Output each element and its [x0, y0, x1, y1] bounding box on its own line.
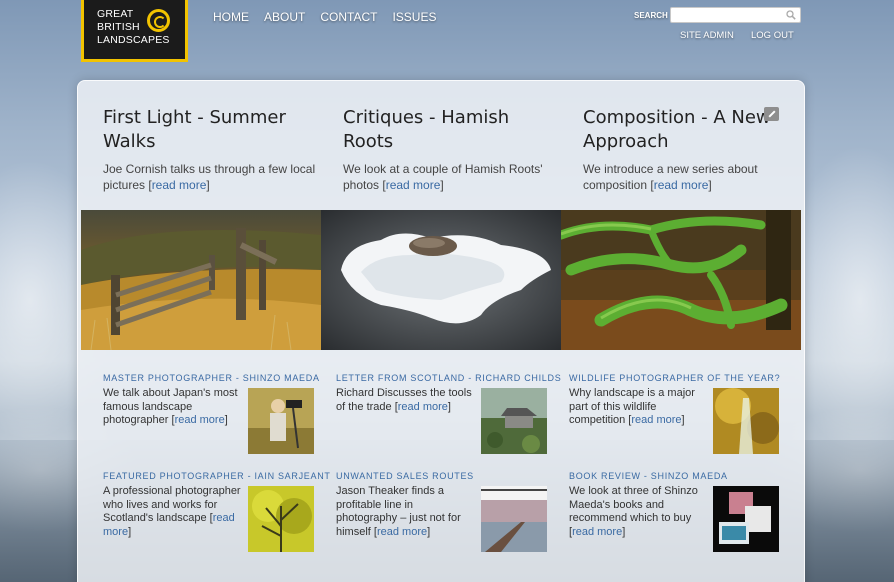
nav-about[interactable]: ABOUT — [264, 10, 305, 24]
read-more-link[interactable]: read more — [386, 178, 441, 192]
read-more-link[interactable]: read more — [631, 414, 681, 426]
hero-image-moss[interactable] — [561, 210, 801, 350]
ice-rock-image — [321, 210, 561, 350]
thumb-pier[interactable] — [481, 486, 547, 552]
main-nav: HOME ABOUT CONTACT ISSUES — [213, 10, 436, 24]
books-thumbnail — [713, 486, 779, 552]
read-more-link[interactable]: read more — [377, 526, 427, 538]
thumb-waterfall[interactable] — [713, 388, 779, 454]
read-more-link[interactable]: read more — [572, 526, 622, 538]
logo-line-2: BRITISH — [97, 21, 140, 33]
thumb-cottage[interactable] — [481, 388, 547, 454]
site-logo[interactable]: GREAT BRITISH LANDSCAPES — [81, 0, 188, 62]
mossy-branches-image — [561, 210, 801, 350]
item-heading[interactable]: FEATURED PHOTOGRAPHER - IAIN SARJEANT — [103, 471, 330, 481]
pier-thumbnail — [481, 486, 547, 552]
logo-line-3: LANDSCAPES — [97, 34, 170, 46]
item-summary: A professional photographer who lives an… — [103, 485, 241, 538]
waterfall-thumbnail — [713, 388, 779, 454]
feature-critiques: Critiques - Hamish Roots We look at a co… — [343, 106, 558, 193]
search-input[interactable] — [670, 7, 801, 23]
nav-contact[interactable]: CONTACT — [320, 10, 377, 24]
item-heading[interactable]: WILDLIFE PHOTOGRAPHER OF THE YEAR? — [569, 373, 784, 383]
search-label: SEARCH — [634, 11, 668, 20]
item-heading[interactable]: UNWANTED SALES ROUTES — [336, 471, 551, 481]
item-summary: We talk about Japan's most famous landsc… — [103, 387, 238, 426]
item-summary: Richard Discusses the tools of the trade… — [336, 387, 472, 413]
item-heading[interactable]: MASTER PHOTOGRAPHER - SHINZO MAEDA — [103, 373, 319, 383]
read-more-link[interactable]: read more — [654, 178, 709, 192]
feature-summary: We look at a couple of Hamish Roots' pho… — [343, 162, 543, 192]
thumb-books[interactable] — [713, 486, 779, 552]
nav-issues[interactable]: ISSUES — [392, 10, 436, 24]
logo-text: GREAT BRITISH LANDSCAPES — [97, 8, 185, 47]
feature-summary: We introduce a new series about composit… — [583, 162, 758, 192]
thumb-photographer[interactable] — [248, 388, 314, 454]
item-heading[interactable]: LETTER FROM SCOTLAND - RICHARD CHILDS — [336, 373, 561, 383]
item-summary: Why landscape is a major part of this wi… — [569, 387, 695, 426]
site-admin-link[interactable]: SITE ADMIN — [680, 30, 734, 41]
feature-title[interactable]: Critiques - Hamish Roots — [343, 106, 558, 154]
photographer-thumbnail — [248, 388, 314, 454]
hero-image-fence[interactable] — [81, 210, 321, 350]
read-more-link[interactable]: read more — [398, 401, 448, 413]
feature-title[interactable]: First Light - Summer Walks — [103, 106, 318, 154]
feature-summary: Joe Cornish talks us through a few local… — [103, 162, 316, 192]
search-icon[interactable] — [786, 10, 796, 20]
edit-icon[interactable] — [764, 107, 779, 121]
item-summary: Jason Theaker finds a profitable line in… — [336, 485, 461, 538]
item-summary: We look at three of Shinzo Maeda's books… — [569, 485, 698, 538]
item-heading[interactable]: BOOK REVIEW - SHINZO MAEDA — [569, 471, 784, 481]
hero-image-ice[interactable] — [321, 210, 561, 350]
logo-line-1: GREAT — [97, 8, 134, 20]
read-more-link[interactable]: read more — [152, 178, 207, 192]
fence-field-image — [81, 210, 321, 350]
cottage-thumbnail — [481, 388, 547, 454]
read-more-link[interactable]: read more — [175, 414, 225, 426]
yellow-tree-thumbnail — [248, 486, 314, 552]
nav-home[interactable]: HOME — [213, 10, 249, 24]
log-out-link[interactable]: LOG OUT — [751, 30, 794, 41]
feature-first-light: First Light - Summer Walks Joe Cornish t… — [103, 106, 318, 193]
thumb-yellow-tree[interactable] — [248, 486, 314, 552]
swirl-logo-icon — [147, 9, 170, 32]
